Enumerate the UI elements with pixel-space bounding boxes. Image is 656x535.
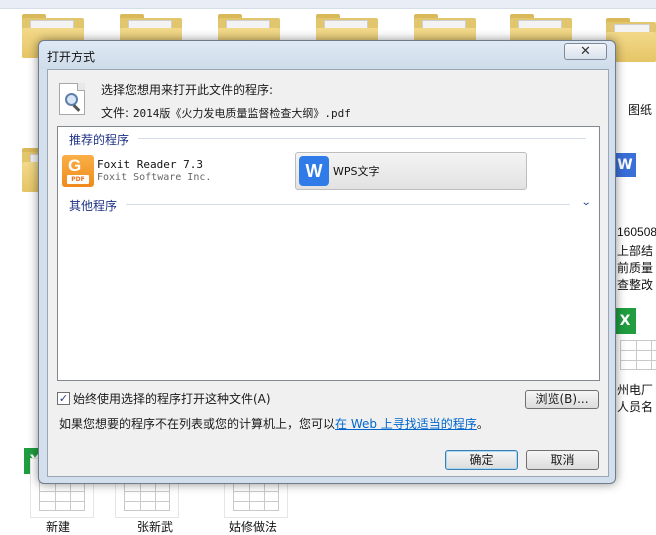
file-label[interactable]: 州电厂 (617, 381, 653, 398)
wps-writer-icon: W (299, 156, 329, 186)
other-programs-header[interactable]: 其他程序 (69, 197, 117, 214)
program-list[interactable]: 推荐的程序 G PDF Foxit Reader 7.3 Foxit Softw… (57, 126, 600, 381)
divider (138, 138, 586, 139)
dialog-content: 选择您想用来打开此文件的程序: 文件: 2014版《火力发电质量监督检查大纲》.… (47, 69, 609, 477)
hint-text: 如果您想要的程序不在列表或您的计算机上，您可以 (59, 417, 336, 431)
excel-sheet-icon[interactable]: X (614, 308, 636, 334)
file-label[interactable]: 图纸 (628, 101, 652, 118)
program-name: Foxit Reader 7.3 (97, 158, 203, 171)
program-item-wps-writer[interactable]: W WPS文字 (295, 152, 527, 190)
open-with-dialog: 打开方式 ✕ 选择您想用来打开此文件的程序: 文件: 2014版《火力发电质量监… (38, 40, 616, 484)
file-label[interactable]: 人员名 (617, 398, 653, 415)
file-name: 2014版《火力发电质量监督检查大纲》.pdf (132, 107, 351, 120)
dialog-prompt: 选择您想用来打开此文件的程序: (101, 83, 274, 97)
web-search-link[interactable]: 在 Web 上寻找适当的程序 (335, 417, 477, 431)
explorer-toolbar (0, 0, 656, 9)
file-label[interactable]: 160508 (617, 225, 656, 239)
file-line: 文件: 2014版《火力发电质量监督检查大纲》.pdf (101, 104, 351, 121)
close-icon: ✕ (580, 44, 591, 59)
program-item-foxit-reader[interactable]: G PDF Foxit Reader 7.3 Foxit Software In… (62, 154, 282, 188)
program-name: WPS文字 (333, 165, 380, 178)
file-prefix: 文件: (101, 106, 130, 120)
foxit-reader-icon: G PDF (62, 155, 94, 187)
chevron-down-icon[interactable]: ⌄ (580, 198, 591, 208)
sheet-thumbnail (620, 340, 656, 370)
file-label[interactable]: 上部结 (617, 242, 653, 259)
dialog-title: 打开方式 (47, 50, 96, 64)
file-label[interactable]: 查整改 (617, 276, 653, 293)
divider (126, 204, 570, 205)
close-button[interactable]: ✕ (564, 43, 607, 60)
always-use-label[interactable]: 始终使用选择的程序打开这种文件(A) (73, 390, 271, 407)
hint-row: 如果您想要的程序不在列表或您的计算机上，您可以在 Web 上寻找适当的程序。 (59, 415, 489, 432)
always-use-row[interactable]: ✓ 始终使用选择的程序打开这种文件(A) (57, 390, 271, 407)
file-label[interactable]: 前质量 (617, 259, 653, 276)
cancel-button[interactable]: 取消 (526, 450, 599, 470)
dialog-titlebar[interactable]: 打开方式 ✕ (39, 41, 615, 69)
browse-button[interactable]: 浏览(B)... (525, 390, 599, 409)
wps-doc-icon[interactable]: W (614, 153, 636, 177)
recommended-programs-header: 推荐的程序 (69, 133, 130, 147)
program-publisher: Foxit Software Inc. (97, 172, 212, 183)
ok-button[interactable]: 确定 (445, 450, 518, 470)
search-document-icon (59, 83, 85, 115)
hint-end: 。 (476, 417, 489, 431)
always-use-checkbox[interactable]: ✓ (57, 392, 70, 405)
